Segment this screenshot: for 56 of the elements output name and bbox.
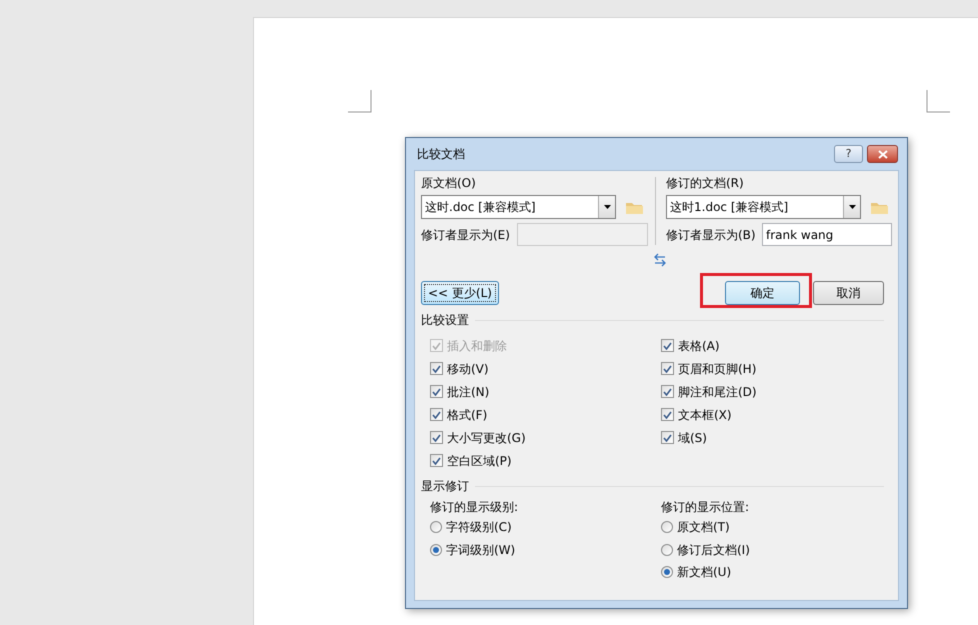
checkbox-label: 大小写更改(G) — [447, 430, 526, 446]
caret-icon — [848, 205, 856, 209]
radio-label: 新文档(U) — [677, 564, 732, 582]
group-label: 修订的显示位置: — [661, 499, 750, 516]
checkbox[interactable] — [661, 339, 674, 352]
radio-label: 修订后文档(I) — [677, 542, 750, 559]
checkbox-label: 空白区域(P) — [447, 452, 512, 470]
checkbox-label: 格式(F) — [447, 406, 488, 424]
ok-button[interactable]: 确定 — [725, 281, 800, 305]
field-label: 修订者显示为(E) — [421, 226, 511, 244]
radio-button[interactable] — [661, 521, 673, 534]
checkbox-label: 页眉和页脚(H) — [678, 360, 756, 378]
dropdown-button[interactable] — [843, 196, 860, 218]
corner-mark-icon — [348, 90, 372, 113]
checkbox-label: 表格(A) — [678, 338, 720, 354]
field-label: 修订的文档(R) — [666, 175, 745, 191]
checkbox-label: 移动(V) — [447, 360, 489, 378]
checkbox[interactable] — [430, 408, 443, 421]
swap-icon[interactable] — [654, 253, 666, 267]
checkbox-label: 文本框(X) — [678, 406, 732, 424]
checkbox[interactable] — [430, 385, 443, 398]
close-button[interactable] — [867, 145, 898, 163]
checkbox-label: 域(S) — [678, 430, 707, 446]
checkbox[interactable] — [661, 362, 674, 375]
help-button[interactable]: ? — [834, 145, 863, 163]
checkbox[interactable] — [661, 385, 674, 398]
less-button[interactable]: << 更少(L) — [421, 281, 499, 305]
section-title: 比较设置 — [421, 312, 469, 329]
checkbox-label: 脚注和尾注(D) — [678, 384, 757, 400]
checkbox[interactable] — [430, 454, 443, 467]
close-icon — [878, 150, 888, 158]
file-combo-box[interactable]: 这时.doc [兼容模式] — [421, 195, 616, 219]
reviewer-field[interactable]: frank wang — [762, 223, 892, 246]
checkbox[interactable] — [661, 431, 674, 444]
radio-button[interactable] — [430, 521, 442, 534]
checkbox-label: 批注(N) — [447, 384, 490, 400]
radio-button[interactable] — [430, 544, 442, 556]
radio-label: 字词级别(W) — [446, 542, 516, 559]
radio-button[interactable] — [661, 544, 673, 556]
cancel-button[interactable]: 取消 — [813, 281, 884, 305]
file-combo-box[interactable]: 这时1.doc [兼容模式] — [666, 195, 861, 219]
field-label: 修订者显示为(B) — [666, 226, 756, 244]
section-title: 显示修订 — [421, 478, 469, 495]
window-title: 比较文档 — [417, 146, 465, 163]
radio-label: 字符级别(C) — [446, 519, 512, 536]
caret-icon — [604, 205, 610, 209]
checkbox[interactable] — [430, 362, 443, 375]
group-label: 修订的显示级别: — [430, 499, 520, 516]
radio-label: 原文档(T) — [677, 519, 730, 536]
dropdown-button[interactable] — [598, 196, 615, 218]
radio-button[interactable] — [661, 566, 673, 578]
checkbox-label: 插入和删除 — [447, 338, 507, 354]
corner-mark-icon — [926, 90, 950, 113]
field-label: 原文档(O) — [421, 175, 477, 191]
checkbox[interactable] — [661, 408, 674, 421]
checkbox[interactable] — [430, 431, 443, 444]
